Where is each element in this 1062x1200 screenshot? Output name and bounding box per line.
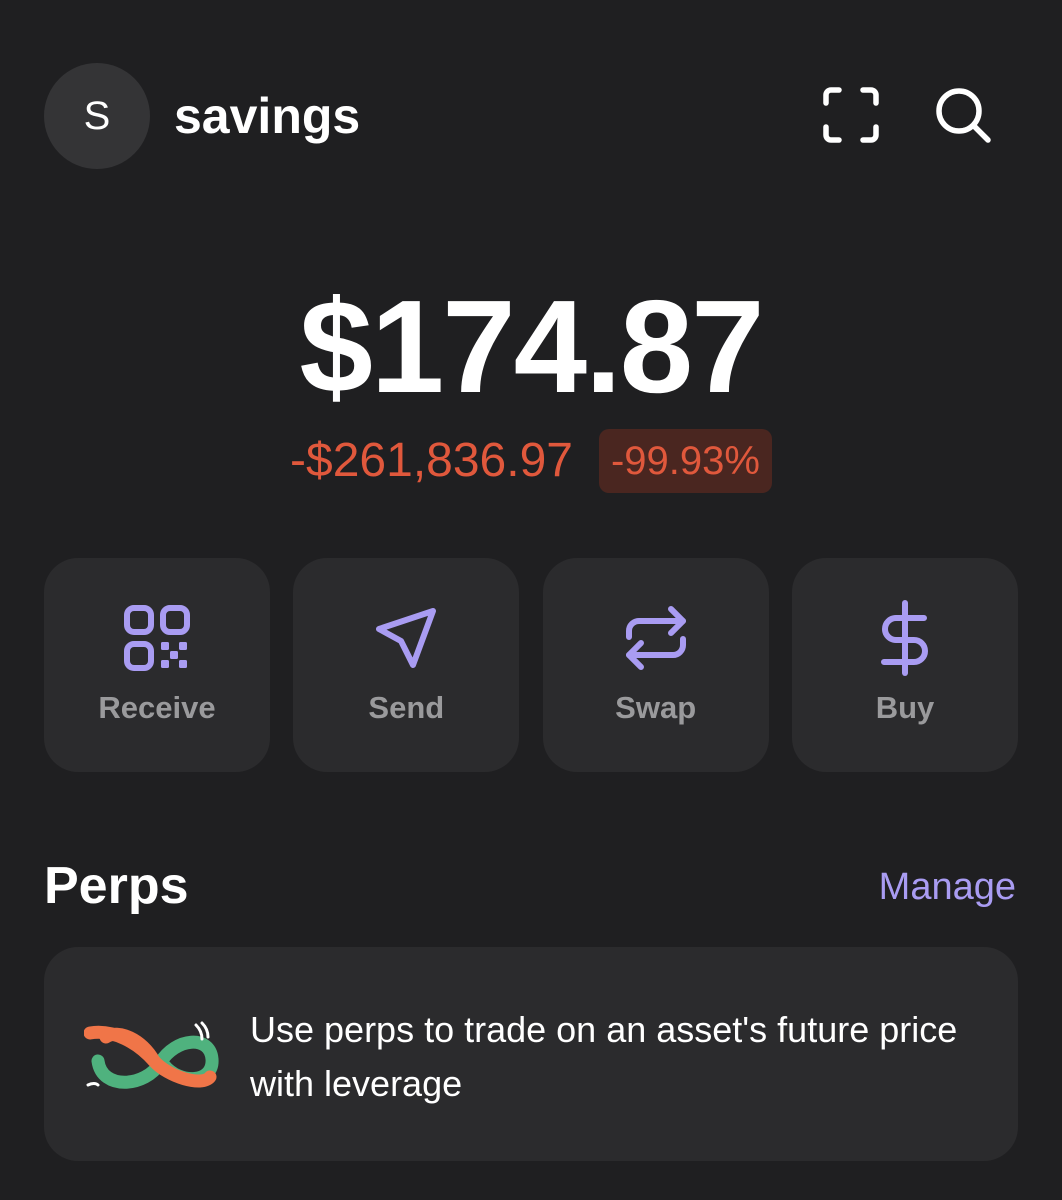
- manage-perps-link[interactable]: Manage: [879, 864, 1016, 910]
- account-avatar[interactable]: S: [44, 63, 150, 169]
- scan-frame-icon: [823, 87, 879, 143]
- send-label: Send: [368, 690, 445, 725]
- account-name[interactable]: savings: [174, 86, 360, 146]
- change-percent-badge: -99.93%: [598, 429, 772, 493]
- search-button[interactable]: [928, 80, 998, 150]
- dollar-icon: [867, 600, 943, 676]
- send-button[interactable]: Send: [293, 558, 520, 772]
- buy-button[interactable]: Buy: [791, 558, 1018, 772]
- search-icon: [936, 88, 991, 143]
- scan-button[interactable]: [816, 80, 886, 150]
- perps-infinity-logo: [83, 1003, 226, 1103]
- swap-label: Swap: [615, 690, 697, 725]
- perps-promo-card[interactable]: Use perps to trade on an asset's future …: [44, 947, 1018, 1161]
- avatar-initial: S: [83, 93, 111, 138]
- header: S savings: [0, 0, 1062, 230]
- perps-promo-text: Use perps to trade on an asset's future …: [250, 1009, 958, 1104]
- swap-arrows-icon: [618, 600, 694, 676]
- send-arrow-icon: [368, 600, 444, 676]
- total-balance: $174.87: [299, 273, 764, 420]
- balance-change-row: -$261,836.97 -99.93%: [0, 426, 1062, 496]
- quick-actions: Receive Send Swap Buy: [44, 558, 1018, 772]
- receive-label: Receive: [98, 690, 216, 725]
- buy-label: Buy: [875, 690, 935, 725]
- perps-section-title: Perps: [44, 857, 189, 915]
- change-amount: -$261,836.97: [290, 434, 573, 487]
- swap-button[interactable]: Swap: [542, 558, 769, 772]
- qr-code-icon: [119, 600, 195, 676]
- receive-button[interactable]: Receive: [44, 558, 270, 772]
